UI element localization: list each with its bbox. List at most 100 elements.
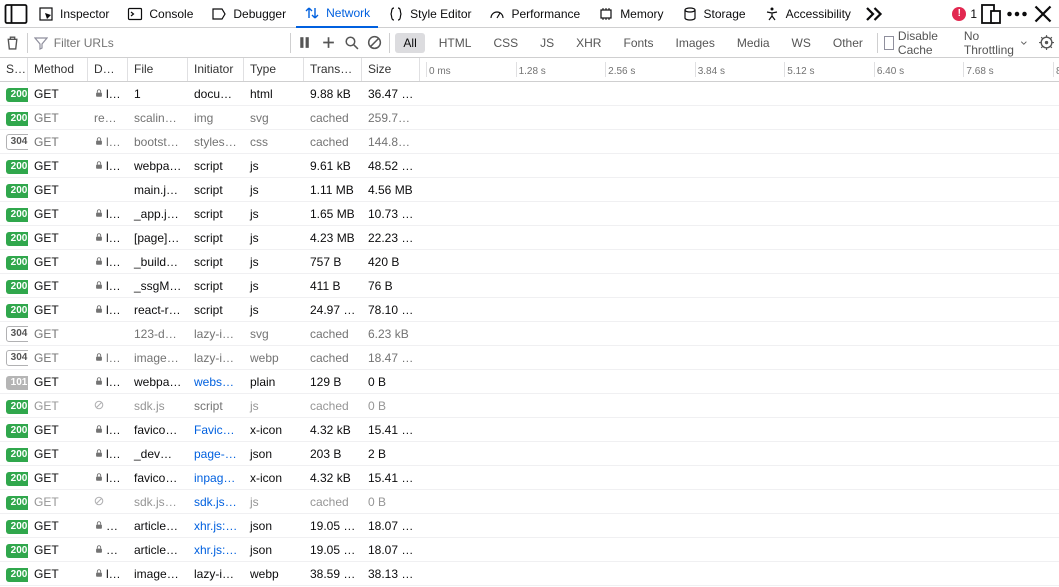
dock-icon[interactable] <box>4 2 28 26</box>
filter-images[interactable]: Images <box>668 33 723 53</box>
domain-cell: res… <box>88 111 128 125</box>
initiator-cell: img <box>188 111 244 125</box>
filter-media[interactable]: Media <box>729 33 778 53</box>
table-row[interactable]: 200GETd…articles?scxhr.js:2…json19.05 …1… <box>0 538 1059 562</box>
table-row[interactable]: 200GETlo…1docum…html9.88 kB36.47 kB4748 … <box>0 82 1059 106</box>
filter-other[interactable]: Other <box>825 33 871 53</box>
transferred-cell: 1.65 MB <box>304 207 362 221</box>
filter-ws[interactable]: WS <box>784 33 819 53</box>
tab-performance[interactable]: Performance <box>481 0 588 28</box>
col-type[interactable]: Type <box>244 58 304 81</box>
har-settings-icon[interactable] <box>1038 31 1055 55</box>
filter-fonts[interactable]: Fonts <box>615 33 661 53</box>
domain-cell: lo… <box>88 135 128 149</box>
file-cell: image?url <box>128 351 188 365</box>
meatball-menu-icon[interactable] <box>1005 2 1029 26</box>
size-cell: 22.23 MB <box>362 231 420 245</box>
filter-all[interactable]: All <box>395 33 424 53</box>
filter-html[interactable]: HTML <box>431 33 480 53</box>
table-row[interactable]: 200GETlo…react-refrescriptjs24.97 kB78.1… <box>0 298 1059 322</box>
search-icon[interactable] <box>343 31 360 55</box>
size-cell: 0 B <box>362 495 420 509</box>
filter-js[interactable]: JS <box>532 33 562 53</box>
tabs-overflow-icon[interactable] <box>861 2 885 26</box>
tab-memory[interactable]: Memory <box>590 0 671 28</box>
col-status[interactable]: S… <box>0 58 28 81</box>
tab-debugger[interactable]: Debugger <box>203 0 294 28</box>
filter-input[interactable] <box>54 36 234 50</box>
col-waterfall[interactable]: 0 ms1.28 s2.56 s3.84 s5.12 s6.40 s7.68 s… <box>420 58 1059 81</box>
type-cell: webp <box>244 351 304 365</box>
tab-style-editor[interactable]: Style Editor <box>380 0 479 28</box>
domain-cell: lo… <box>88 471 128 485</box>
transferred-cell: 203 B <box>304 447 362 461</box>
table-row[interactable]: 200GETres…scaling_5aimgsvgcached259.73…0… <box>0 106 1059 130</box>
transferred-cell: cached <box>304 111 362 125</box>
method-cell: GET <box>28 567 88 581</box>
table-row[interactable]: 200GETlo…webpack.jscriptjs9.61 kB48.52 k… <box>0 154 1059 178</box>
table-row[interactable]: 304GET123-dyno-lazy-imgsvgcached6.23 kB3… <box>0 322 1059 346</box>
file-cell: articles?sc <box>128 543 188 557</box>
responsive-mode-icon[interactable] <box>979 2 1003 26</box>
table-row[interactable]: 200GETlo…_buildManscriptjs757 B420 B8 ms <box>0 250 1059 274</box>
size-cell: 144.88… <box>362 135 420 149</box>
file-cell: _app.js?ts <box>128 207 188 221</box>
type-cell: svg <box>244 111 304 125</box>
table-row[interactable]: 200GETlo…favicon.icoFavico…x-icon4.32 kB… <box>0 418 1059 442</box>
lock-icon <box>94 160 104 170</box>
disable-cache-checkbox[interactable]: Disable Cache <box>884 29 952 57</box>
table-row[interactable]: 200GETmain.js?tsscriptjs1.11 MB4.56 MB21… <box>0 178 1059 202</box>
block-icon[interactable] <box>366 31 383 55</box>
size-cell: 10.73 MB <box>362 207 420 221</box>
initiator-cell: page-l… <box>188 447 244 461</box>
pause-icon[interactable] <box>296 31 313 55</box>
col-file[interactable]: File <box>128 58 188 81</box>
col-size[interactable]: Size <box>362 58 420 81</box>
close-devtools-icon[interactable] <box>1031 2 1055 26</box>
tab-network[interactable]: Network <box>296 0 378 28</box>
tab-console[interactable]: Console <box>119 0 201 28</box>
domain-cell: d… <box>88 543 128 557</box>
lock-icon <box>94 472 104 482</box>
status-badge: 200 <box>6 544 28 558</box>
error-dot-icon: ! <box>952 7 966 21</box>
table-row[interactable]: 304GETlo…image?urllazy-im…webpcached18.4… <box>0 346 1059 370</box>
table-row[interactable]: 200GETd…articles?scxhr.js:2…json19.05 …1… <box>0 514 1059 538</box>
domain-cell: d… <box>88 519 128 533</box>
type-cell: css <box>244 135 304 149</box>
table-row[interactable]: 101GETlo…webpack-hwebso…plain129 B0 B4 m… <box>0 370 1059 394</box>
table-row[interactable]: 200GETsdk.js?hassdk.js:…jscached0 B0 ms <box>0 490 1059 514</box>
error-count[interactable]: ! 1 <box>952 7 977 21</box>
tab-inspector[interactable]: Inspector <box>30 0 117 28</box>
table-row[interactable]: 200GETlo…[page].js?tscriptjs4.23 MB22.23… <box>0 226 1059 250</box>
col-transferred[interactable]: Transfe… <box>304 58 362 81</box>
file-cell: main.js?ts <box>128 183 188 197</box>
table-row[interactable]: 304GETlo…bootstrap.stylesh…csscached144.… <box>0 130 1059 154</box>
table-row[interactable]: 200GETsdk.jsscriptjscached0 B0 ms <box>0 394 1059 418</box>
type-cell: js <box>244 183 304 197</box>
filter-xhr[interactable]: XHR <box>568 33 609 53</box>
table-row[interactable]: 200GETlo…favicon.icoinpage…x-icon4.32 kB… <box>0 466 1059 490</box>
debugger-icon <box>211 6 227 22</box>
clear-icon[interactable] <box>4 31 21 55</box>
initiator-cell: script <box>188 255 244 269</box>
status-badge: 200 <box>6 496 28 510</box>
table-row[interactable]: 200GETlo…image?urllazy-im…webp38.59 kB38… <box>0 562 1059 586</box>
initiator-cell: docum… <box>188 87 244 101</box>
table-row[interactable]: 200GETlo…_ssgManifscriptjs411 B76 B2 ms <box>0 274 1059 298</box>
col-method[interactable]: Method <box>28 58 88 81</box>
table-row[interactable]: 200GETlo…_app.js?tsscriptjs1.65 MB10.73 … <box>0 202 1059 226</box>
error-count-value: 1 <box>970 7 977 21</box>
tab-storage[interactable]: Storage <box>674 0 754 28</box>
table-row[interactable]: 200GETlo…_devMiddlpage-l…json203 B2 B3 m… <box>0 442 1059 466</box>
domain-cell: lo… <box>88 447 128 461</box>
chevron-down-icon <box>1020 38 1028 48</box>
filter-css[interactable]: CSS <box>485 33 526 53</box>
tab-accessibility[interactable]: Accessibility <box>756 0 859 28</box>
type-cell: js <box>244 399 304 413</box>
col-domain[interactable]: Do… <box>88 58 128 81</box>
add-icon[interactable] <box>320 31 337 55</box>
throttling-select[interactable]: No Throttling <box>964 29 1028 57</box>
col-initiator[interactable]: Initiator <box>188 58 244 81</box>
type-cell: html <box>244 87 304 101</box>
